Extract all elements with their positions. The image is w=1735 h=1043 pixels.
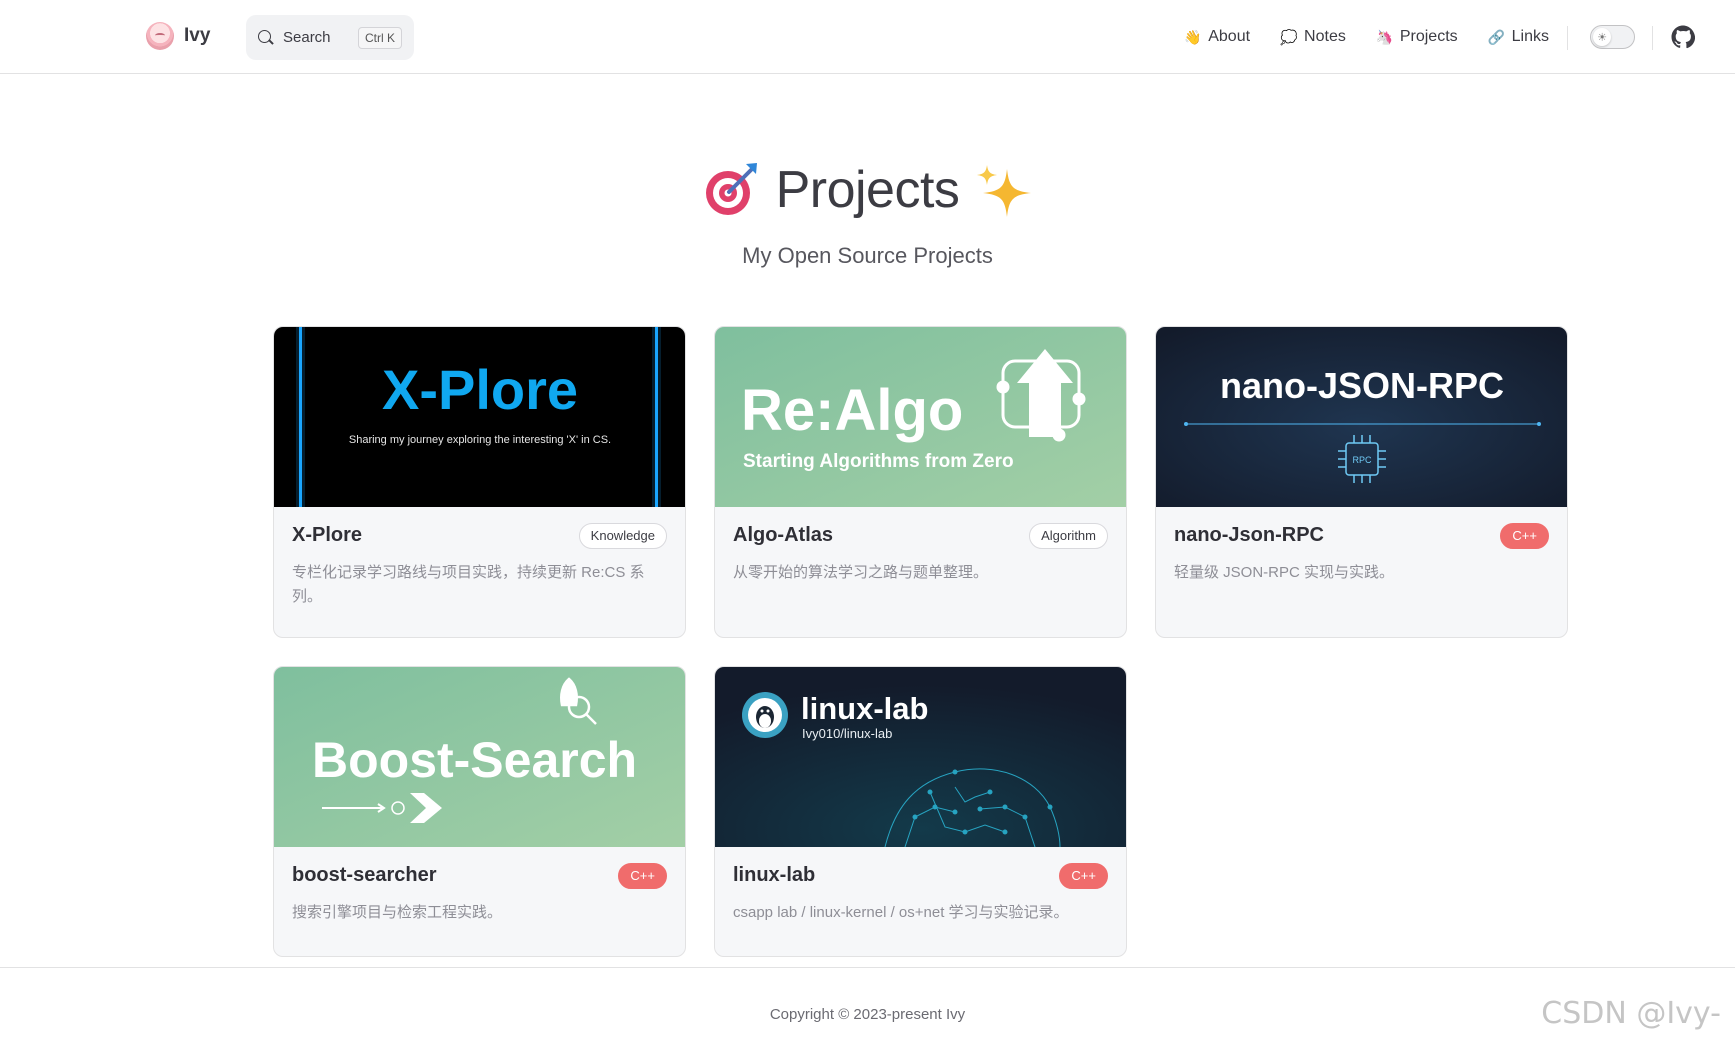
project-card-linux-lab[interactable]: linux-lab Ivy010/linux-lab linux-lab C++… bbox=[714, 666, 1127, 957]
thought-bubble-icon: 💭 bbox=[1280, 28, 1298, 45]
theme-toggle[interactable]: ☀ bbox=[1590, 25, 1635, 49]
project-banner: linux-lab Ivy010/linux-lab bbox=[715, 667, 1126, 847]
banner-subtitle: Ivy010/linux-lab bbox=[802, 726, 892, 741]
nav-link-label: About bbox=[1208, 28, 1251, 45]
github-link[interactable] bbox=[1671, 25, 1696, 49]
project-banner: Re:Algo Starting Algorithms from Zero bbox=[715, 327, 1126, 507]
page-footer: Copyright © 2023-present Ivy bbox=[0, 967, 1735, 1043]
search-label: Search bbox=[283, 29, 331, 46]
nav-link-label: Notes bbox=[1304, 28, 1346, 45]
main-nav: 👋 About 💭 Notes 🦄 Projects 🔗 Links bbox=[1184, 0, 1549, 74]
project-banner: X-Plore Sharing my journey exploring the… bbox=[274, 327, 685, 507]
project-description: 轻量级 JSON-RPC 实现与实践。 bbox=[1174, 564, 1395, 581]
site-title: Ivy bbox=[184, 25, 211, 46]
copyright-text: Copyright © 2023-present Ivy bbox=[769, 1006, 966, 1023]
page-title: Projects bbox=[775, 161, 960, 219]
link-icon: 🔗 bbox=[1487, 28, 1506, 45]
banner-title: nano-JSON-RPC bbox=[1220, 365, 1504, 406]
search-shortcut-hint: Ctrl K bbox=[358, 26, 402, 49]
banner-subtitle: Starting Algorithms from Zero bbox=[743, 451, 1014, 472]
project-name: nano-Json-RPC bbox=[1174, 524, 1324, 546]
sun-icon: ☀ bbox=[1593, 28, 1611, 46]
project-tag: Knowledge bbox=[578, 523, 667, 549]
project-description: 专栏化记录学习路线与项目实践，持续更新 Re:CS 系列。 bbox=[292, 564, 645, 605]
banner-title: Boost-Search bbox=[312, 732, 637, 788]
nav-link-notes[interactable]: 💭 Notes bbox=[1280, 28, 1346, 46]
project-card-algo-atlas[interactable]: Re:Algo Starting Algorithms from Zero Al… bbox=[714, 326, 1127, 638]
project-description: 搜索引擎项目与检索工程实践。 bbox=[292, 904, 503, 921]
project-card-nano-json-rpc[interactable]: nano-JSON-RPC RPC nano-Json-RPC C++ 轻量级 … bbox=[1155, 326, 1568, 638]
waving-hand-icon: 👋 bbox=[1184, 28, 1202, 45]
top-navbar: Ivy Search Ctrl K 👋 About 💭 Notes 🦄 Proj… bbox=[0, 0, 1735, 74]
github-icon bbox=[1671, 25, 1696, 49]
bullseye-icon bbox=[705, 163, 757, 215]
nav-link-links[interactable]: 🔗 Links bbox=[1488, 28, 1549, 46]
csdn-watermark: CSDN @Ivy- bbox=[1541, 996, 1721, 1031]
site-brand-link[interactable]: Ivy bbox=[146, 22, 210, 50]
nav-link-projects[interactable]: 🦄 Projects bbox=[1376, 28, 1458, 46]
project-tag: C++ bbox=[1059, 863, 1108, 889]
search-icon bbox=[258, 29, 274, 46]
page-header: Projects bbox=[0, 160, 1735, 220]
banner-title: linux-lab bbox=[801, 691, 928, 726]
project-banner: Boost-Search bbox=[274, 667, 685, 847]
unicorn-icon: 🦄 bbox=[1375, 28, 1394, 45]
project-name: linux-lab bbox=[733, 864, 816, 886]
nav-link-label: Projects bbox=[1399, 28, 1458, 45]
chip-label: RPC bbox=[1352, 455, 1372, 465]
banner-title: X-Plore bbox=[382, 358, 578, 421]
tux-icon bbox=[742, 692, 788, 738]
project-description: csapp lab / linux-kernel / os+net 学习与实验记… bbox=[733, 904, 1069, 921]
banner-subtitle: Sharing my journey exploring the interes… bbox=[349, 434, 611, 446]
nav-link-about[interactable]: 👋 About bbox=[1184, 28, 1250, 46]
nav-divider bbox=[1567, 26, 1568, 50]
project-card-boost-searcher[interactable]: Boost-Search boost-searcher C++ 搜索引擎项目与检… bbox=[273, 666, 686, 957]
project-description: 从零开始的算法学习之路与题单整理。 bbox=[733, 564, 989, 581]
project-banner: nano-JSON-RPC RPC bbox=[1156, 327, 1567, 507]
project-name: boost-searcher bbox=[292, 864, 437, 886]
project-name: X-Plore bbox=[292, 524, 363, 546]
project-card-x-plore[interactable]: X-Plore Sharing my journey exploring the… bbox=[273, 326, 686, 638]
project-tag: Algorithm bbox=[1029, 523, 1108, 549]
banner-title: Re:Algo bbox=[741, 378, 963, 443]
project-tag: C++ bbox=[618, 863, 667, 889]
sparkles-icon bbox=[977, 165, 1032, 217]
avatar bbox=[146, 22, 174, 50]
nav-link-label: Links bbox=[1511, 28, 1549, 45]
nav-divider bbox=[1652, 26, 1653, 50]
project-tag: C++ bbox=[1500, 523, 1549, 549]
project-name: Algo-Atlas bbox=[733, 524, 833, 546]
page-subtitle: My Open Source Projects bbox=[742, 243, 993, 268]
search-button[interactable]: Search Ctrl K bbox=[246, 15, 414, 60]
